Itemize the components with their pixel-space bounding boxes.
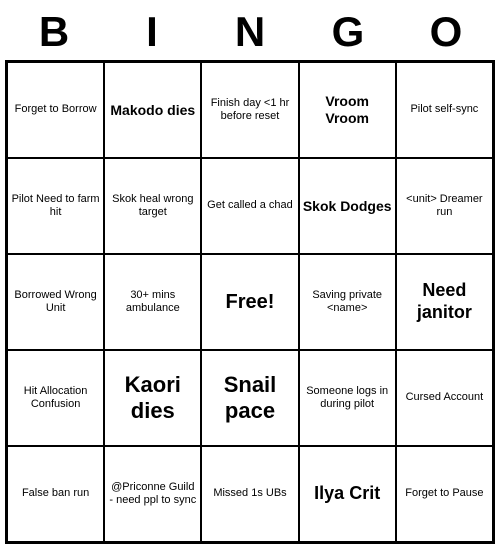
title-b: B <box>14 8 94 56</box>
bingo-cell-21: @Priconne Guild - need ppl to sync <box>104 446 201 542</box>
bingo-cell-6: Skok heal wrong target <box>104 158 201 254</box>
bingo-cell-19: Cursed Account <box>396 350 493 446</box>
bingo-cell-15: Hit Allocation Confusion <box>7 350 104 446</box>
bingo-cell-20: False ban run <box>7 446 104 542</box>
bingo-cell-11: 30+ mins ambulance <box>104 254 201 350</box>
bingo-cell-3: Vroom Vroom <box>299 62 396 158</box>
bingo-grid: Forget to BorrowMakodo diesFinish day <1… <box>5 60 495 544</box>
bingo-cell-13: Saving private <name> <box>299 254 396 350</box>
title-n: N <box>210 8 290 56</box>
bingo-cell-7: Get called a chad <box>201 158 298 254</box>
bingo-cell-5: Pilot Need to farm hit <box>7 158 104 254</box>
bingo-cell-2: Finish day <1 hr before reset <box>201 62 298 158</box>
bingo-cell-9: <unit> Dreamer run <box>396 158 493 254</box>
bingo-cell-0: Forget to Borrow <box>7 62 104 158</box>
bingo-cell-24: Forget to Pause <box>396 446 493 542</box>
bingo-cell-10: Borrowed Wrong Unit <box>7 254 104 350</box>
bingo-cell-23: Ilya Crit <box>299 446 396 542</box>
bingo-cell-16: Kaori dies <box>104 350 201 446</box>
bingo-cell-14: Need janitor <box>396 254 493 350</box>
bingo-cell-8: Skok Dodges <box>299 158 396 254</box>
bingo-cell-1: Makodo dies <box>104 62 201 158</box>
bingo-title: B I N G O <box>5 0 495 60</box>
title-i: I <box>112 8 192 56</box>
bingo-cell-17: Snail pace <box>201 350 298 446</box>
bingo-cell-4: Pilot self-sync <box>396 62 493 158</box>
title-o: O <box>406 8 486 56</box>
bingo-cell-12: Free! <box>201 254 298 350</box>
bingo-cell-18: Someone logs in during pilot <box>299 350 396 446</box>
bingo-cell-22: Missed 1s UBs <box>201 446 298 542</box>
title-g: G <box>308 8 388 56</box>
